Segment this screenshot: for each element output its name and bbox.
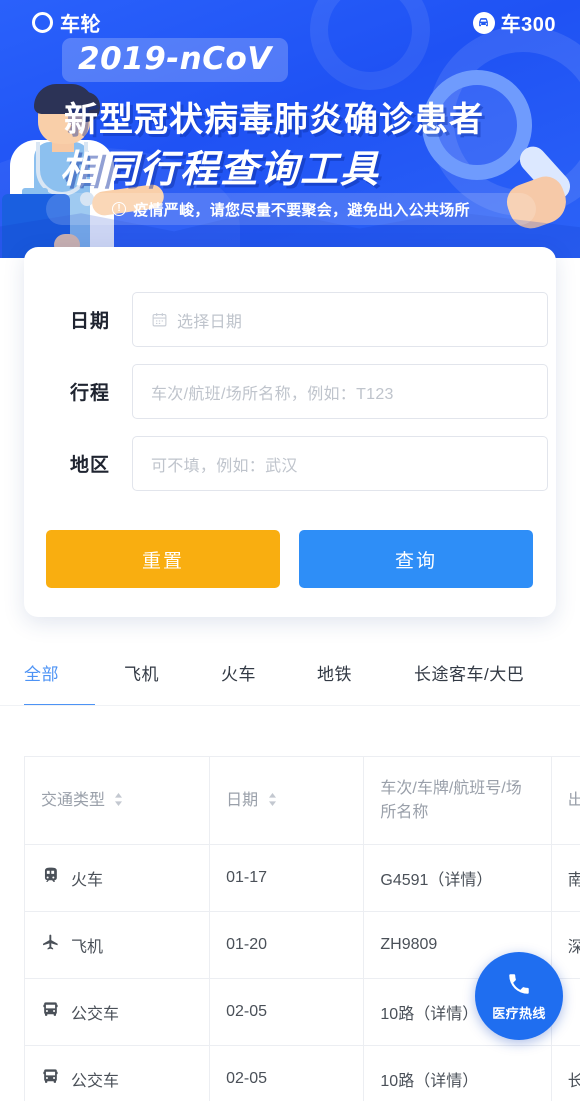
tab-plane[interactable]: 飞机 [124,660,159,685]
notice-text: 疫情严峻，请您尽量不要聚会，避免出入公共场所 [133,201,470,219]
search-form-card: 日期 选择日期 行程 车次/航班/场所名称，例如：T123 地区 可不填，例如：… [24,247,556,617]
cell-type: 公交车 [23,1045,211,1101]
virus-tag-label: 2019-nCoV [62,38,288,82]
cell-type-label: 飞机 [71,939,104,956]
category-tabs: 全部 飞机 火车 地铁 长途客车/大巴 [0,660,580,712]
query-button[interactable]: 查询 [299,530,533,588]
cell-code-link[interactable]: G4591（详情） [363,844,552,912]
plane-icon [41,933,60,957]
hero-banner: 车轮 车300 2019-nCoV 新型冠状病毒肺炎确诊患者 相同行程查询工具 … [0,0,580,258]
exclamation-icon: ! [112,202,127,216]
column-header-type-label: 交通类型 [41,791,106,809]
date-input-placeholder: 选择日期 [177,313,243,331]
column-header-code: 车次/车牌/航班号/场所名称 [363,756,552,845]
calendar-icon [151,311,168,328]
field-row-date: 日期 选择日期 [70,292,548,347]
cell-depart: 南京 [550,844,580,912]
train-icon [41,866,60,890]
cell-date: 01-20 [209,911,365,979]
results-table-wrapper[interactable]: 交通类型 日期 车次/车牌/航班号/场所名称 出发 [23,756,580,1101]
date-input[interactable]: 选择日期 [132,292,548,347]
trip-input[interactable]: 车次/航班/场所名称，例如：T123 [132,364,548,419]
cell-type: 飞机 [23,911,211,979]
column-header-date[interactable]: 日期 [209,756,365,845]
tab-train[interactable]: 火车 [221,660,256,685]
bus-icon [41,1000,60,1024]
table-row: 火车 01-17 G4591（详情） 南京 [23,844,580,912]
page-root: 车轮 车300 2019-nCoV 新型冠状病毒肺炎确诊患者 相同行程查询工具 … [0,0,580,1101]
reset-button[interactable]: 重置 [46,530,280,588]
virus-tag: 2019-nCoV [62,38,288,82]
medical-hotline-label: 医疗热线 [492,1005,546,1021]
brand-bar: 车轮 车300 [0,8,580,38]
cell-date: 01-17 [209,844,365,912]
cell-type-label: 火车 [71,872,104,889]
sort-icon[interactable] [114,792,123,806]
table-row: 公交车 02-05 10路（详情） 长途 [23,1045,580,1101]
column-header-depart: 出发 [550,756,580,845]
brand-chelun-label: 车轮 [60,14,101,36]
tab-all[interactable]: 全部 [24,660,59,685]
phone-icon [506,971,532,1002]
region-input-placeholder: 可不填，例如：武汉 [151,457,298,475]
region-input[interactable]: 可不填，例如：武汉 [132,436,548,491]
column-header-type[interactable]: 交通类型 [23,756,211,845]
brand-chelun[interactable]: 车轮 [32,8,101,37]
field-row-trip: 行程 车次/航班/场所名称，例如：T123 [70,364,548,419]
headline-line-1: 新型冠状病毒肺炎确诊患者 [64,101,484,139]
cell-type: 火车 [23,844,211,912]
field-label-region: 地区 [70,455,111,476]
medical-hotline-button[interactable]: 医疗热线 [475,952,563,1040]
ring-icon [32,12,53,33]
cell-type-label: 公交车 [71,1073,120,1090]
cell-date: 02-05 [209,1045,365,1101]
cell-depart: 长途 [550,1045,580,1101]
field-label-date: 日期 [70,311,111,332]
tab-subway[interactable]: 地铁 [317,660,352,685]
trip-input-placeholder: 车次/航班/场所名称，例如：T123 [151,385,394,403]
headline-line-2: 相同行程查询工具 [60,149,381,191]
cell-type: 公交车 [23,978,211,1046]
tabs-divider [0,705,580,706]
table-header-row: 交通类型 日期 车次/车牌/航班号/场所名称 出发 [23,756,580,845]
field-row-region: 地区 可不填，例如：武汉 [70,436,548,491]
tab-coach[interactable]: 长途客车/大巴 [414,660,524,685]
car-badge-icon [472,11,495,34]
column-header-date-label: 日期 [226,791,259,809]
notice-bar: ! 疫情严峻，请您尽量不要聚会，避免出入公共场所 [46,193,536,225]
brand-che300-label: 车300 [500,14,556,36]
results-table: 交通类型 日期 车次/车牌/航班号/场所名称 出发 [23,756,580,1101]
cell-depart: 深圳 [550,911,580,979]
sort-icon[interactable] [268,792,277,806]
cell-date: 02-05 [209,978,365,1046]
bus-icon [41,1067,60,1091]
cell-code-link[interactable]: 10路（详情） [363,1045,552,1101]
field-label-trip: 行程 [70,383,111,404]
brand-che300[interactable]: 车300 [472,8,556,37]
form-actions: 重置 查询 [46,530,533,588]
cell-type-label: 公交车 [71,1006,120,1023]
